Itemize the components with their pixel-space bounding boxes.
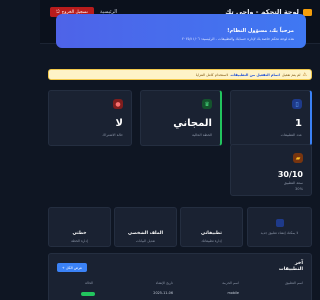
alert-tail: لاستخدام كامل المزايا xyxy=(195,72,229,77)
feature-create-app[interactable]: لا يمكنك إنشاء تطبيق جديد xyxy=(247,207,312,247)
welcome-subtitle: هذه لوحة تحكم خاصة بك لإدارة حسابك والتط… xyxy=(181,37,294,41)
stat-label: الخطة الحالية xyxy=(191,133,212,137)
usage-percent: 30% xyxy=(295,187,303,191)
add-icon xyxy=(275,219,284,227)
stat-value: 1 xyxy=(295,118,302,129)
stat-card-apps: ▯ 1 عدد التطبيقات xyxy=(230,90,312,146)
feature-title: خطتي xyxy=(72,231,87,236)
crown-icon: ♛ xyxy=(202,99,212,109)
feature-sub: لا يمكنك إنشاء تطبيق جديد xyxy=(260,231,299,235)
feature-title: تطبيقاتي xyxy=(201,231,222,236)
stat-value: لا xyxy=(115,118,123,129)
feature-sub: إدارة الخطة xyxy=(71,239,88,243)
feature-sub: إدارة تطبيقاتك xyxy=(201,239,222,243)
column-header: اسم التطبيق xyxy=(285,281,303,285)
warning-icon: ⚠ xyxy=(302,71,307,78)
stat-label: عدد التطبيقات xyxy=(280,133,302,137)
feature-profile[interactable]: الملف الشخصي تعديل البيانات xyxy=(114,207,177,247)
column-header: تاريخ الإنشاء xyxy=(155,281,173,285)
column-header: الحالة xyxy=(84,281,93,285)
status-badge xyxy=(81,292,95,296)
stat-card-usage: ▰ 30/10 سعة التطبيق 30% xyxy=(230,144,312,196)
recent-apps-panel: آخر التطبيقات عرض الكل + اسم التطبيق اسم… xyxy=(48,253,312,300)
view-all-button[interactable]: عرض الكل + xyxy=(57,263,87,272)
usage-label: سعة التطبيق xyxy=(283,181,303,185)
column-header: اسم الحزمة xyxy=(222,281,239,285)
stat-label: حالة الاشتراك xyxy=(102,133,123,137)
feature-my-apps[interactable]: تطبيقاتي إدارة تطبيقاتك xyxy=(180,207,243,247)
table-row[interactable]: mobile 2025-11-06 xyxy=(57,291,303,298)
alert-text: لم يتم تفعيل xyxy=(281,72,301,77)
dashboard-icon xyxy=(303,8,312,16)
feature-sub: تعديل البيانات xyxy=(135,239,156,243)
circle-icon: ● xyxy=(113,99,123,109)
apps-title: آخر التطبيقات xyxy=(278,261,303,272)
folder-icon: ▰ xyxy=(293,153,303,163)
feature-plan[interactable]: خطتي إدارة الخطة xyxy=(48,207,111,247)
stat-card-plan: ♛ المجاني الخطة الحالية xyxy=(140,90,222,146)
stat-value: المجاني xyxy=(173,118,212,129)
feature-title: الملف الشخصي xyxy=(127,231,164,236)
stat-card-subscription: ● لا حالة الاشتراك xyxy=(48,90,132,146)
phone-icon: ▯ xyxy=(292,99,302,109)
activation-alert: ⚠ لم يتم تفعيل اتمام التفعيل من التطبيقا… xyxy=(48,69,312,80)
welcome-banner: مرحباً بك، مسؤول النظام! هذه لوحة تحكم خ… xyxy=(56,14,306,48)
cell-package: mobile xyxy=(227,291,240,295)
table-header: اسم التطبيق اسم الحزمة تاريخ الإنشاء الح… xyxy=(57,281,303,288)
usage-value: 30/10 xyxy=(277,170,303,179)
cell-date: 2025-11-06 xyxy=(153,291,173,295)
welcome-title: مرحباً بك، مسؤول النظام! xyxy=(227,28,294,34)
alert-link[interactable]: اتمام التفعيل من التطبيقات xyxy=(230,73,280,77)
